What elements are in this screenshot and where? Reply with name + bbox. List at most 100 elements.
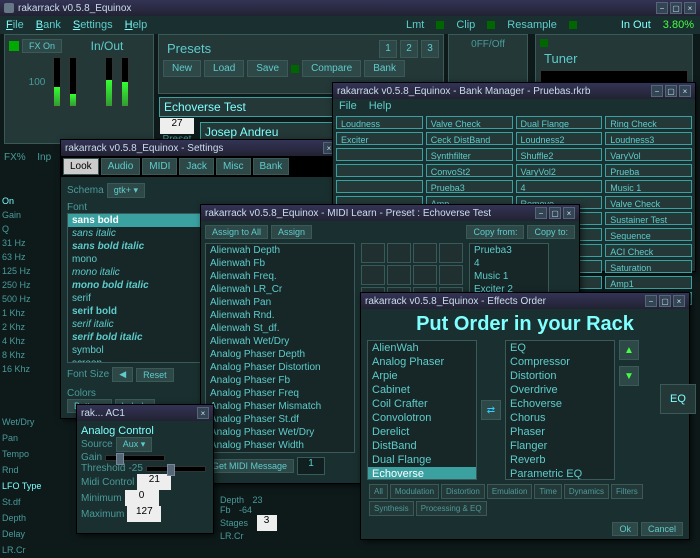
bank-slot[interactable]: Prueba	[605, 164, 692, 177]
font-option[interactable]: symbol	[68, 344, 206, 357]
bank-slot[interactable]: Loudness3	[605, 132, 692, 145]
category-button[interactable]: Time	[534, 484, 561, 499]
threshold-slider[interactable]	[146, 466, 206, 472]
menu-bank[interactable]: Bank	[36, 19, 61, 31]
tab-audio[interactable]: Audio	[101, 158, 141, 175]
copy-from-button[interactable]: Copy from:	[466, 225, 524, 239]
bank-slot[interactable]: Exciter	[336, 132, 423, 145]
swap-icon[interactable]: ⇄	[481, 400, 501, 420]
order-list-rack[interactable]: EQCompressorDistortionOverdriveEchoverse…	[505, 340, 615, 480]
available-effect[interactable]: Analog Phaser	[368, 355, 476, 369]
midi-control-field[interactable]: 21	[137, 474, 171, 490]
bank-slot[interactable]: Sustainer Test	[605, 212, 692, 225]
source-select[interactable]: Aux ▾	[116, 437, 153, 452]
category-button[interactable]: Dynamics	[564, 484, 609, 499]
bank-slot[interactable]: VaryVol	[605, 148, 692, 161]
rack-effect[interactable]: Compressor	[506, 355, 614, 369]
preset-load[interactable]: Load	[204, 60, 244, 77]
max-field[interactable]: 127	[127, 506, 161, 522]
preset-compare[interactable]: Compare	[302, 60, 361, 77]
order-list-available[interactable]: AlienWahAnalog PhaserArpieCabinetCoil Cr…	[367, 340, 477, 480]
rack-effect[interactable]: Reverb	[506, 453, 614, 467]
category-button[interactable]: Filters	[611, 484, 643, 499]
bank-slot[interactable]: Ceck DistBand	[426, 132, 513, 145]
param-item[interactable]: Analog Phaser St.df	[206, 413, 354, 426]
order-min[interactable]: −	[645, 295, 657, 307]
param-item[interactable]: Alienwah Pan	[206, 296, 354, 309]
available-effect[interactable]: Coil Crafter	[368, 397, 476, 411]
font-option[interactable]: mono	[68, 253, 206, 266]
min-field[interactable]: 0	[125, 490, 159, 506]
min-button[interactable]: −	[656, 2, 668, 14]
page-3[interactable]: 3	[421, 40, 439, 58]
param-item[interactable]: Analog Phaser Fb	[206, 374, 354, 387]
max-button[interactable]: ▢	[670, 2, 682, 14]
assign-button[interactable]: Assign	[271, 225, 312, 239]
available-effect[interactable]: Arpie	[368, 369, 476, 383]
bank-slot[interactable]: Loudness2	[516, 132, 603, 145]
order-close[interactable]: ×	[673, 295, 685, 307]
preset-save[interactable]: Save	[247, 60, 288, 77]
move-up-icon[interactable]: ▲	[619, 340, 639, 360]
param-item[interactable]: Alienwah Freq.	[206, 270, 354, 283]
midi-max[interactable]: ▢	[549, 207, 561, 219]
bankmgr-max[interactable]: ▢	[665, 85, 677, 97]
get-midi-button[interactable]: Get MIDI Message	[205, 459, 294, 473]
param-item[interactable]: Analog Phaser Freq	[206, 387, 354, 400]
available-effect[interactable]: Derelict	[368, 425, 476, 439]
param-item[interactable]: Analog Phaser Wet/Dry	[206, 426, 354, 439]
rack-effect[interactable]: Flanger	[506, 439, 614, 453]
preset-item[interactable]: Music 1	[470, 270, 548, 283]
menu-file[interactable]: File	[6, 19, 24, 31]
bankmgr-file[interactable]: File	[339, 100, 357, 112]
category-button[interactable]: Emulation	[487, 484, 533, 499]
preset-number[interactable]: 27	[160, 118, 194, 134]
rack-effect[interactable]: Distortion	[506, 369, 614, 383]
param-item[interactable]: Alienwah LR_Cr	[206, 283, 354, 296]
bank-slot[interactable]: Saturation	[605, 260, 692, 273]
tab-look[interactable]: Look	[63, 158, 99, 175]
bankmgr-min[interactable]: −	[651, 85, 663, 97]
assign-all-button[interactable]: Assign to All	[205, 225, 268, 239]
font-option[interactable]: serif bold	[68, 305, 206, 318]
tab-jack[interactable]: Jack	[179, 158, 214, 175]
aci-close[interactable]: ×	[197, 407, 209, 419]
font-option[interactable]: serif bold italic	[68, 331, 206, 344]
order-max[interactable]: ▢	[659, 295, 671, 307]
bank-slot[interactable]: Synthfilter	[426, 148, 513, 161]
preset-item[interactable]: 4	[470, 257, 548, 270]
category-button[interactable]: Distortion	[441, 484, 485, 499]
bankmgr-close[interactable]: ×	[679, 85, 691, 97]
rack-effect[interactable]: Echoverse	[506, 397, 614, 411]
bank-slot[interactable]	[336, 148, 423, 161]
font-list[interactable]: sans boldsans italicsans bold italicmono…	[67, 213, 207, 363]
available-effect[interactable]: Cabinet	[368, 383, 476, 397]
font-option[interactable]: serif	[68, 292, 206, 305]
bank-slot[interactable]: Music 1	[605, 180, 692, 193]
bank-slot[interactable]: Valve Check	[426, 116, 513, 129]
menu-help[interactable]: Help	[125, 19, 148, 31]
close-button[interactable]: ×	[684, 2, 696, 14]
bank-slot[interactable]: 4	[516, 180, 603, 193]
font-option[interactable]: mono bold italic	[68, 279, 206, 292]
order-cancel[interactable]: Cancel	[641, 522, 683, 536]
rack-effect[interactable]: Chorus	[506, 411, 614, 425]
bank-slot[interactable]	[336, 164, 423, 177]
param-item[interactable]: Arpie Arpe's	[206, 452, 354, 453]
bank-slot[interactable]: Ring Check	[605, 116, 692, 129]
bank-slot[interactable]: Dual Flange	[516, 116, 603, 129]
bank-slot[interactable]	[336, 180, 423, 193]
fx-on-button[interactable]: FX On	[22, 39, 62, 53]
rack-effect[interactable]: EQ	[506, 341, 614, 355]
font-option[interactable]: sans bold	[68, 214, 206, 227]
category-button[interactable]: All	[369, 484, 388, 499]
available-effect[interactable]: AlienWah	[368, 341, 476, 355]
bank-slot[interactable]: VaryVol2	[516, 164, 603, 177]
tab-bank[interactable]: Bank	[253, 158, 290, 175]
midi-close[interactable]: ×	[563, 207, 575, 219]
bankmgr-help[interactable]: Help	[369, 100, 392, 112]
bank-slot[interactable]: ConvoSt2	[426, 164, 513, 177]
tab-misc[interactable]: Misc	[216, 158, 251, 175]
move-down-icon[interactable]: ▼	[619, 366, 639, 386]
rack-effect[interactable]: Overdrive	[506, 383, 614, 397]
